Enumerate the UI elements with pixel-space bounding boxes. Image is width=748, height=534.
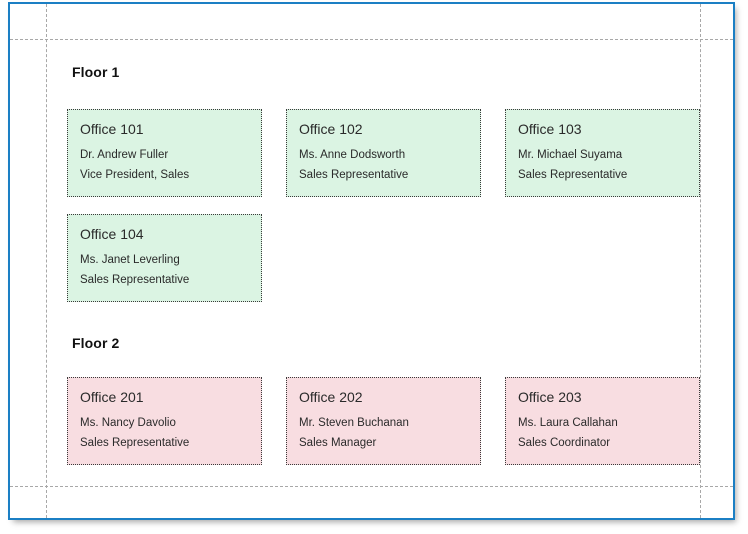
- office-room-label: Office 104: [80, 226, 249, 242]
- layout-guide-bottom: [10, 486, 733, 487]
- page-viewport-frame: Floor 1 Office 101 Dr. Andrew Fuller Vic…: [8, 2, 735, 520]
- office-card[interactable]: Office 202 Mr. Steven Buchanan Sales Man…: [286, 377, 481, 465]
- office-occupant-name: Ms. Janet Leverling: [80, 253, 249, 268]
- office-room-label: Office 203: [518, 389, 687, 405]
- office-room-label: Office 101: [80, 121, 249, 137]
- office-occupant-name: Ms. Laura Callahan: [518, 416, 687, 431]
- office-occupant-role: Sales Manager: [299, 436, 468, 451]
- office-occupant-role: Sales Representative: [80, 436, 249, 451]
- floor-directory: Floor 1 Office 101 Dr. Andrew Fuller Vic…: [46, 39, 700, 486]
- office-card[interactable]: Office 201 Ms. Nancy Davolio Sales Repre…: [67, 377, 262, 465]
- office-occupant-name: Mr. Michael Suyama: [518, 148, 687, 163]
- office-card[interactable]: Office 203 Ms. Laura Callahan Sales Coor…: [505, 377, 700, 465]
- office-occupant-role: Sales Representative: [80, 273, 249, 288]
- layout-guide-right: [700, 4, 701, 518]
- office-card[interactable]: Office 103 Mr. Michael Suyama Sales Repr…: [505, 109, 700, 197]
- office-occupant-role: Sales Representative: [518, 168, 687, 183]
- office-occupant-role: Sales Representative: [299, 168, 468, 183]
- office-card[interactable]: Office 104 Ms. Janet Leverling Sales Rep…: [67, 214, 262, 302]
- office-occupant-name: Ms. Anne Dodsworth: [299, 148, 468, 163]
- office-room-label: Office 201: [80, 389, 249, 405]
- office-card[interactable]: Office 101 Dr. Andrew Fuller Vice Presid…: [67, 109, 262, 197]
- office-room-label: Office 202: [299, 389, 468, 405]
- office-card[interactable]: Office 102 Ms. Anne Dodsworth Sales Repr…: [286, 109, 481, 197]
- office-occupant-role: Sales Coordinator: [518, 436, 687, 451]
- floor-heading: Floor 1: [72, 64, 119, 80]
- office-occupant-role: Vice President, Sales: [80, 168, 249, 183]
- office-occupant-name: Mr. Steven Buchanan: [299, 416, 468, 431]
- office-room-label: Office 102: [299, 121, 468, 137]
- office-occupant-name: Dr. Andrew Fuller: [80, 148, 249, 163]
- floor-heading: Floor 2: [72, 335, 119, 351]
- office-occupant-name: Ms. Nancy Davolio: [80, 416, 249, 431]
- office-room-label: Office 103: [518, 121, 687, 137]
